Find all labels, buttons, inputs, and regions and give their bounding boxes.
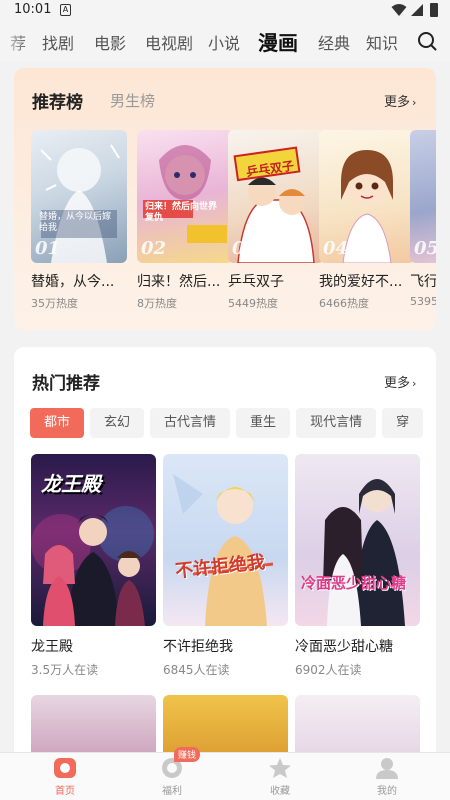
ranking-item[interactable]: 归来！然后向世界复仇 02 归来！然后... 8万热度 bbox=[137, 130, 233, 311]
ranking-item[interactable]: 替婚，从今以后嫁给我 01 替婚，从今... 35万热度 bbox=[31, 130, 127, 311]
cover-title: 龙王殿 bbox=[41, 472, 101, 496]
comic-cover: 04 bbox=[319, 130, 415, 263]
search-icon[interactable] bbox=[417, 31, 437, 51]
comic-title: 我的爱好不... bbox=[319, 274, 403, 290]
section-title: 热门推荐 bbox=[32, 374, 100, 394]
comic-cover: 乒乓双子 03 bbox=[228, 130, 324, 263]
heat-count: 5395 bbox=[410, 295, 436, 308]
tab-find-drama[interactable]: 找剧 bbox=[42, 30, 74, 54]
comic-title: 替婚，从今... bbox=[31, 274, 115, 290]
home-icon bbox=[53, 757, 77, 779]
genre-chips: 都市 玄幻 古代言情 重生 现代言情穿 bbox=[30, 408, 429, 438]
nav-label: 我的 bbox=[377, 786, 397, 797]
rank-number: 01 bbox=[35, 238, 61, 259]
cover-title: 冷面恶少甜心糖 bbox=[301, 574, 407, 592]
hot-item[interactable]: 龙王殿 龙王殿 3.5万人在读 bbox=[31, 454, 156, 678]
cover-art bbox=[173, 474, 274, 626]
sim-icon: A bbox=[60, 4, 71, 16]
chevron-right-icon: › bbox=[412, 96, 417, 109]
chip-ancient-romance[interactable]: 古代言情 bbox=[150, 408, 231, 438]
reader-count: 6902人在读 bbox=[295, 663, 362, 677]
comic-title: 不许拒绝我 bbox=[163, 639, 233, 655]
battery-icon bbox=[430, 3, 438, 17]
rank-number: 05 bbox=[414, 238, 436, 259]
comic-cover: 替婚，从今以后嫁给我 01 bbox=[31, 130, 127, 263]
comic-cover: 龙王殿 bbox=[31, 454, 156, 626]
comic-cover: 归来！然后向世界复仇 02 bbox=[137, 130, 233, 263]
cover-title: 归来！然后向世界复仇 bbox=[145, 202, 218, 223]
tab-classic[interactable]: 经典 bbox=[318, 30, 350, 54]
comic-title: 龙王殿 bbox=[31, 639, 73, 655]
tab-comics[interactable]: 漫画 bbox=[258, 27, 298, 56]
ranking-card: 推荐榜 男生榜 更多 › 替婚，从今以后嫁给我 01 替婚，从今... 35万热度 bbox=[14, 68, 436, 330]
tab-tv-series[interactable]: 电视剧 bbox=[145, 30, 193, 54]
comic-cover: 冷面恶少甜心糖 bbox=[295, 454, 420, 626]
chip-fantasy[interactable]: 玄幻 bbox=[90, 408, 145, 438]
tab-recommend-ranking[interactable]: 推荐榜 bbox=[32, 88, 83, 113]
ranking-item[interactable]: 05 飞行 5395 bbox=[410, 130, 436, 308]
nav-label: 首页 bbox=[55, 786, 75, 797]
chip-time-travel[interactable]: 穿 bbox=[382, 408, 424, 438]
comic-title: 飞行 bbox=[410, 274, 436, 290]
heat-count: 6466热度 bbox=[319, 297, 369, 310]
comic-title: 冷面恶少甜心糖 bbox=[295, 639, 393, 655]
category-nav: 荐 找剧 电影 电视剧 小说 漫画 经典 知识 bbox=[0, 22, 450, 62]
nav-label: 福利 bbox=[162, 786, 182, 797]
chip-rebirth[interactable]: 重生 bbox=[236, 408, 291, 438]
comic-title: 归来！然后... bbox=[137, 274, 221, 290]
star-icon bbox=[268, 757, 292, 779]
wifi-icon bbox=[391, 4, 407, 16]
heat-count: 8万热度 bbox=[137, 297, 177, 310]
earn-badge: 赚钱 bbox=[174, 747, 201, 762]
more-label: 更多 bbox=[384, 95, 411, 110]
comic-cover: 05 bbox=[410, 130, 436, 263]
hot-more-button[interactable]: 更多 › bbox=[384, 372, 416, 391]
signal-icon bbox=[411, 4, 423, 16]
heat-count: 5449热度 bbox=[228, 297, 278, 310]
hot-recommend-card: 热门推荐 更多 › 都市 玄幻 古代言情 重生 现代言情穿 龙王殿 龙王殿 3.5万人在读 bbox=[14, 347, 436, 767]
ranking-item[interactable]: 04 我的爱好不... 6466热度 bbox=[319, 130, 415, 311]
tab-novel[interactable]: 小说 bbox=[208, 30, 240, 54]
comic-title: 乒乓双子 bbox=[228, 274, 284, 290]
reader-count: 3.5万人在读 bbox=[31, 663, 99, 677]
hot-item[interactable]: 冷面恶少甜心糖 冷面恶少甜心糖 6902人在读 bbox=[295, 454, 420, 678]
nav-fade bbox=[0, 22, 28, 62]
rank-number: 04 bbox=[323, 238, 349, 259]
tab-male-ranking[interactable]: 男生榜 bbox=[110, 90, 155, 111]
bottom-nav: 首页 福利 赚钱 收藏 我的 bbox=[0, 747, 450, 800]
chip-urban[interactable]: 都市 bbox=[30, 408, 85, 438]
nav-favorites[interactable]: 收藏 bbox=[250, 757, 310, 797]
nav-welfare[interactable]: 福利 bbox=[142, 757, 202, 797]
chevron-right-icon: › bbox=[412, 377, 417, 390]
status-bar: 10:01 A bbox=[0, 0, 450, 22]
heat-count: 35万热度 bbox=[31, 297, 78, 310]
tab-movie[interactable]: 电影 bbox=[94, 30, 126, 54]
ranking-more-button[interactable]: 更多 › bbox=[384, 91, 416, 110]
hot-item[interactable]: 不许拒绝我 不许拒绝我 6845人在读 bbox=[163, 454, 288, 678]
reader-count: 6845人在读 bbox=[163, 663, 230, 677]
more-label: 更多 bbox=[384, 376, 411, 391]
cover-title: 替婚，从今以后嫁给我 bbox=[39, 212, 112, 233]
cover-art bbox=[323, 479, 405, 626]
clock: 10:01 bbox=[14, 2, 52, 17]
ranking-item[interactable]: 乒乓双子 03 乒乓双子 5449热度 bbox=[228, 130, 324, 311]
rank-number: 03 bbox=[232, 238, 258, 259]
comic-cover: 不许拒绝我 bbox=[163, 454, 288, 626]
user-icon bbox=[375, 757, 399, 779]
nav-label: 收藏 bbox=[270, 786, 290, 797]
nav-home[interactable]: 首页 bbox=[35, 757, 95, 797]
chip-modern-romance[interactable]: 现代言情 bbox=[296, 408, 377, 438]
nav-profile[interactable]: 我的 bbox=[357, 757, 417, 797]
rank-number: 02 bbox=[141, 238, 167, 259]
tab-knowledge[interactable]: 知识 bbox=[366, 30, 398, 54]
